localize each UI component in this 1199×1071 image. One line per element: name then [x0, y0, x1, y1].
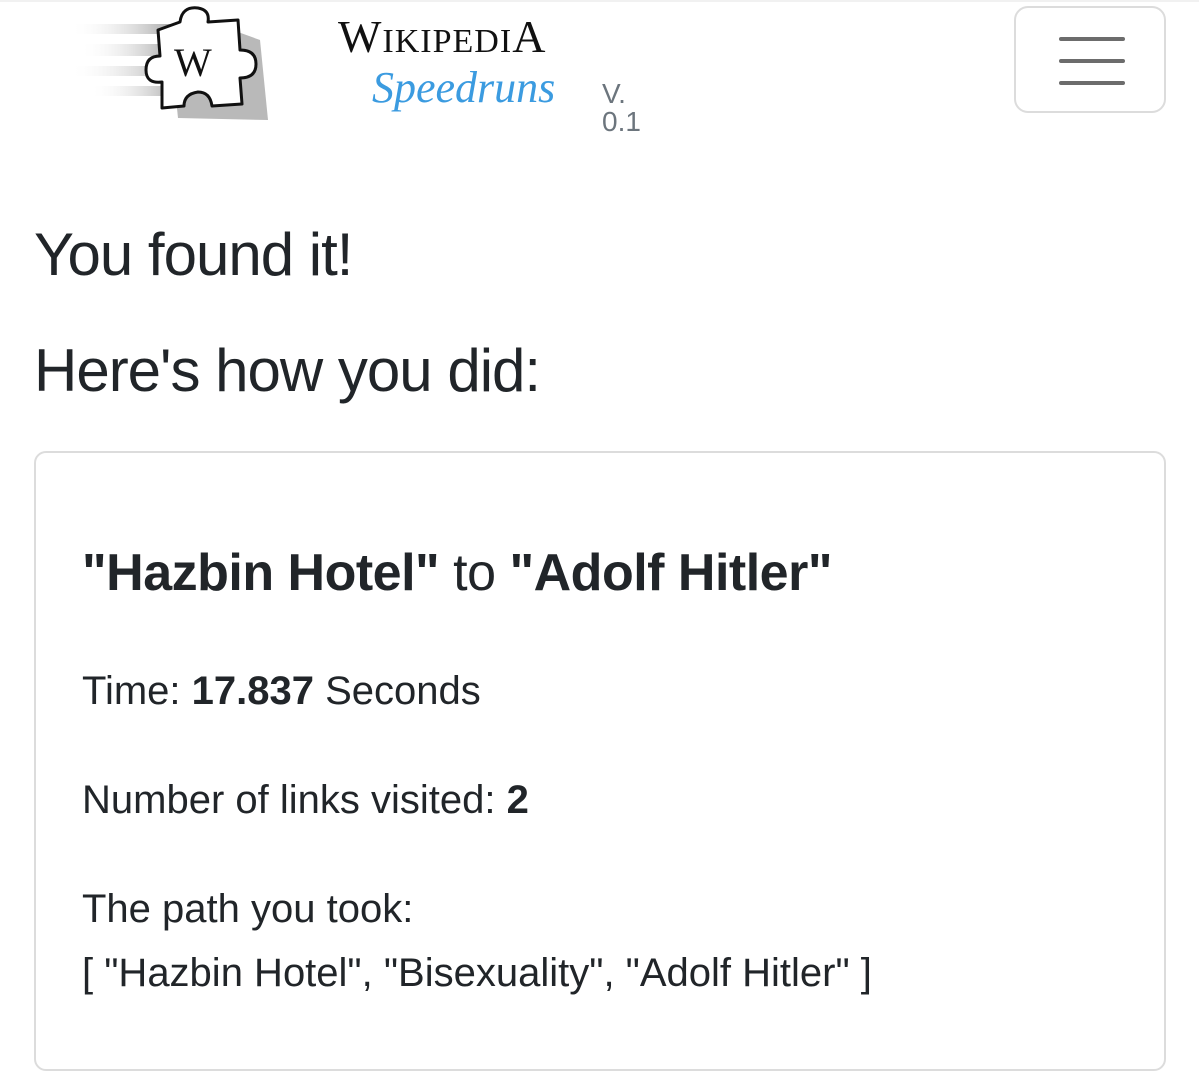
target-article: "Adolf Hitler" — [509, 544, 832, 602]
links-value: 2 — [506, 778, 529, 822]
brand-subtitle: Speedruns — [372, 63, 556, 112]
path-label: The path you took: — [82, 887, 414, 931]
page-subtitle: Here's how you did: — [34, 337, 541, 404]
results-card: "Hazbin Hotel" to "Adolf Hitler" Time: 1… — [34, 451, 1166, 1071]
start-article: "Hazbin Hotel" — [82, 544, 440, 602]
links-stat: Number of links visited: 2 — [82, 778, 529, 822]
page-title: You found it! — [34, 221, 353, 288]
path-list: [ "Hazbin Hotel", "Bisexuality", "Adolf … — [82, 951, 872, 995]
route-heading: "Hazbin Hotel" to "Adolf Hitler" — [82, 544, 832, 602]
time-stat: Time: 17.837 Seconds — [82, 669, 481, 713]
route-connector: to — [439, 544, 510, 602]
menu-toggle-button[interactable] — [1014, 6, 1166, 113]
version-label: V. 0.1 — [602, 78, 641, 137]
puzzle-logo-icon: W — [70, 6, 268, 120]
logo-glyph: W — [174, 40, 212, 85]
brand-link[interactable]: W WIKIPEDIA Speedruns V. 0.1 — [70, 0, 641, 136]
time-value: 17.837 — [191, 669, 314, 713]
navbar: W WIKIPEDIA Speedruns V. 0.1 — [0, 0, 1199, 136]
brand-title: WIKIPEDIA — [338, 11, 547, 62]
